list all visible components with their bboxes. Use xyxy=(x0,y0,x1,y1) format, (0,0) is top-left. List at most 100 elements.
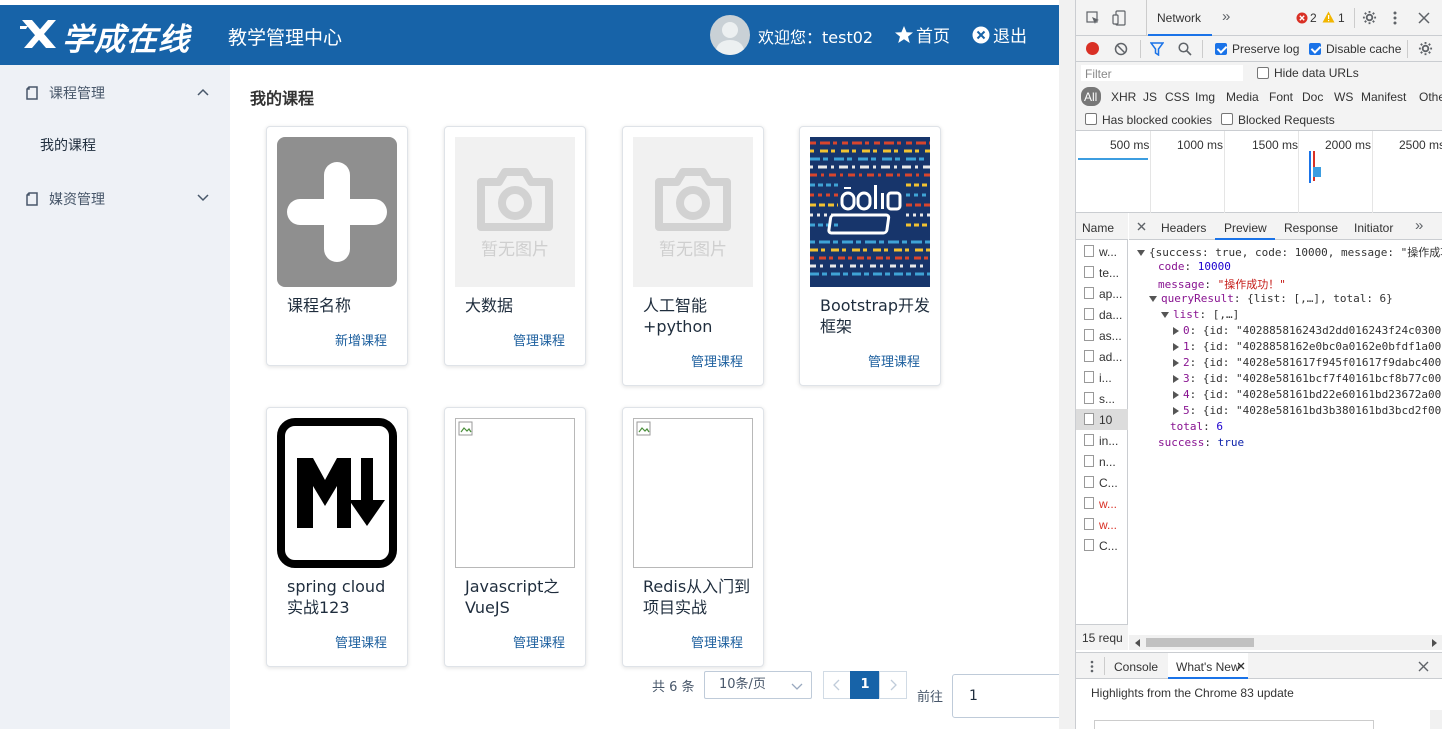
has-blocked-cookies-checkbox[interactable] xyxy=(1085,113,1097,125)
filter-input[interactable]: Filter xyxy=(1080,64,1244,82)
type-filter-css[interactable]: CSS xyxy=(1165,90,1190,104)
request-row[interactable]: s... xyxy=(1076,388,1128,409)
request-row[interactable]: ap... xyxy=(1076,283,1128,304)
request-row[interactable]: w... xyxy=(1076,493,1128,514)
request-row[interactable]: da... xyxy=(1076,304,1128,325)
manage-course-link[interactable]: 管理课程 xyxy=(513,330,565,349)
scroll-left-icon[interactable] xyxy=(1135,639,1141,647)
json-list-item[interactable]: 4: {id: "4028e58161bd22e60161bd23672a00 xyxy=(1173,388,1441,401)
add-course-link[interactable]: 新增课程 xyxy=(335,330,387,349)
request-row[interactable]: C... xyxy=(1076,472,1128,493)
course-card[interactable]: 暂无图片 人工智能+python 管理课程 xyxy=(622,126,764,386)
tab-response[interactable]: Response xyxy=(1284,221,1338,235)
scroll-right-icon[interactable] xyxy=(1431,639,1437,647)
tab-headers[interactable]: Headers xyxy=(1161,221,1206,235)
json-list-item[interactable]: 3: {id: "4028e58161bcf7f40161bcf8b77c00 xyxy=(1173,372,1441,385)
request-row[interactable]: i... xyxy=(1076,367,1128,388)
disable-cache-checkbox[interactable] xyxy=(1309,43,1321,55)
tab-network[interactable]: Network xyxy=(1148,0,1212,36)
manage-course-link[interactable]: 管理课程 xyxy=(691,351,743,370)
tab-preview[interactable]: Preview xyxy=(1215,213,1275,240)
device-toolbar-icon[interactable] xyxy=(1112,10,1128,26)
more-tabs-icon[interactable]: » xyxy=(1222,8,1230,25)
next-page-button[interactable] xyxy=(879,671,907,699)
drawer-tab-console[interactable]: Console xyxy=(1114,660,1158,674)
type-filter-xhr[interactable]: XHR xyxy=(1111,90,1136,104)
add-course-image[interactable] xyxy=(277,137,397,287)
type-filter-js[interactable]: JS xyxy=(1143,90,1157,104)
json-list-item[interactable]: 2: {id: "4028e581617f945f01617f9dabc400 xyxy=(1173,356,1441,369)
clear-icon[interactable] xyxy=(1114,42,1128,56)
drawer-menu-icon[interactable] xyxy=(1090,660,1094,673)
logout-link[interactable]: 退出 xyxy=(971,22,1027,47)
record-icon[interactable] xyxy=(1086,42,1099,55)
manage-course-link[interactable]: 管理课程 xyxy=(691,632,743,651)
type-filter-font[interactable]: Font xyxy=(1269,90,1293,104)
close-devtools-icon[interactable] xyxy=(1418,12,1430,24)
inspect-element-icon[interactable] xyxy=(1086,11,1100,25)
json-list[interactable]: list: [,…] xyxy=(1161,308,1239,321)
course-card[interactable]: Bootstrap开发框架 管理课程 xyxy=(799,126,941,386)
manage-course-link[interactable]: 管理课程 xyxy=(868,351,920,370)
network-overview-timeline[interactable]: 500 ms 1000 ms 1500 ms 2000 ms 2500 ms xyxy=(1076,131,1442,213)
course-card-add[interactable]: 课程名称 新增课程 xyxy=(266,126,408,366)
json-query-result[interactable]: queryResult: {list: [,…], total: 6} xyxy=(1149,292,1393,305)
request-row[interactable]: ad... xyxy=(1076,346,1128,367)
close-drawer-icon[interactable] xyxy=(1418,661,1429,672)
type-filter-doc[interactable]: Doc xyxy=(1302,90,1323,104)
hide-data-urls-checkbox[interactable] xyxy=(1257,67,1269,79)
request-row[interactable]: C... xyxy=(1076,535,1128,556)
course-card[interactable]: Javascript之VueJS 管理课程 xyxy=(444,407,586,667)
manage-course-link[interactable]: 管理课程 xyxy=(335,632,387,651)
request-row[interactable]: te... xyxy=(1076,262,1128,283)
blocked-requests-checkbox[interactable] xyxy=(1221,113,1233,125)
type-filter-img[interactable]: Img xyxy=(1195,90,1215,104)
scrollbar-thumb[interactable] xyxy=(1146,638,1254,647)
close-tab-icon[interactable] xyxy=(1237,662,1245,670)
json-list-item[interactable]: 1: {id: "4028858162e0bc0a0162e0bfdf1a00 xyxy=(1173,340,1441,353)
type-filter-other[interactable]: Other xyxy=(1419,90,1442,104)
devtools-resizer[interactable] xyxy=(1059,0,1075,729)
request-row[interactable]: w... xyxy=(1076,514,1128,535)
course-card[interactable]: spring cloud实战123 管理课程 xyxy=(266,407,408,667)
page-size-select[interactable]: 10条/页 xyxy=(704,671,812,699)
more-detail-tabs-icon[interactable]: » xyxy=(1415,217,1423,234)
prev-page-button[interactable] xyxy=(823,671,851,699)
type-filter-ws[interactable]: WS xyxy=(1334,90,1353,104)
goto-page-input[interactable]: 1 xyxy=(952,674,1059,718)
error-count[interactable]: 2 xyxy=(1310,11,1317,25)
drawer-vertical-scrollbar[interactable] xyxy=(1430,710,1442,729)
kebab-menu-icon[interactable] xyxy=(1392,10,1398,26)
home-link[interactable]: 首页 xyxy=(894,22,950,47)
name-column-header[interactable]: Name xyxy=(1082,221,1114,235)
type-filter-media[interactable]: Media xyxy=(1226,90,1259,104)
page-number-button[interactable]: 1 xyxy=(850,671,880,699)
drawer-tab-whats-new[interactable]: What's New xyxy=(1168,653,1248,679)
json-root[interactable]: {success: true, code: 10000, message: "操… xyxy=(1137,244,1442,260)
search-icon[interactable] xyxy=(1178,42,1192,56)
request-row[interactable]: 10 xyxy=(1076,409,1128,430)
filter-icon[interactable] xyxy=(1150,42,1164,56)
request-row[interactable]: in... xyxy=(1076,430,1128,451)
json-list-item[interactable]: 5: {id: "4028e58161bd3b380161bd3bcd2f00 xyxy=(1173,404,1441,417)
manage-course-link[interactable]: 管理课程 xyxy=(513,632,565,651)
sidebar-item-my-courses[interactable]: 我的课程 xyxy=(0,121,230,171)
request-row[interactable]: as... xyxy=(1076,325,1128,346)
tab-initiator[interactable]: Initiator xyxy=(1354,221,1393,235)
course-card[interactable]: 暂无图片 大数据 管理课程 xyxy=(444,126,586,366)
sidebar-item-media-management[interactable]: 媒资管理 xyxy=(0,171,230,227)
gear-icon[interactable] xyxy=(1362,10,1377,25)
close-detail-icon[interactable] xyxy=(1137,222,1146,231)
type-filter-manifest[interactable]: Manifest xyxy=(1361,90,1406,104)
course-card[interactable]: Redis从入门到项目实战 管理课程 xyxy=(622,407,764,667)
preserve-log-checkbox[interactable] xyxy=(1215,43,1227,55)
request-row[interactable]: w... xyxy=(1076,241,1128,262)
sidebar-item-course-management[interactable]: 课程管理 xyxy=(0,65,230,121)
user-avatar[interactable] xyxy=(710,15,750,55)
preview-horizontal-scrollbar[interactable] xyxy=(1129,635,1442,650)
type-filter-all[interactable]: All xyxy=(1081,87,1101,106)
request-row[interactable]: n... xyxy=(1076,451,1128,472)
warning-count[interactable]: 1 xyxy=(1338,11,1345,25)
json-list-item[interactable]: 0: {id: "402885816243d2dd016243f24c0300 xyxy=(1173,324,1441,337)
network-settings-gear-icon[interactable] xyxy=(1418,41,1433,56)
